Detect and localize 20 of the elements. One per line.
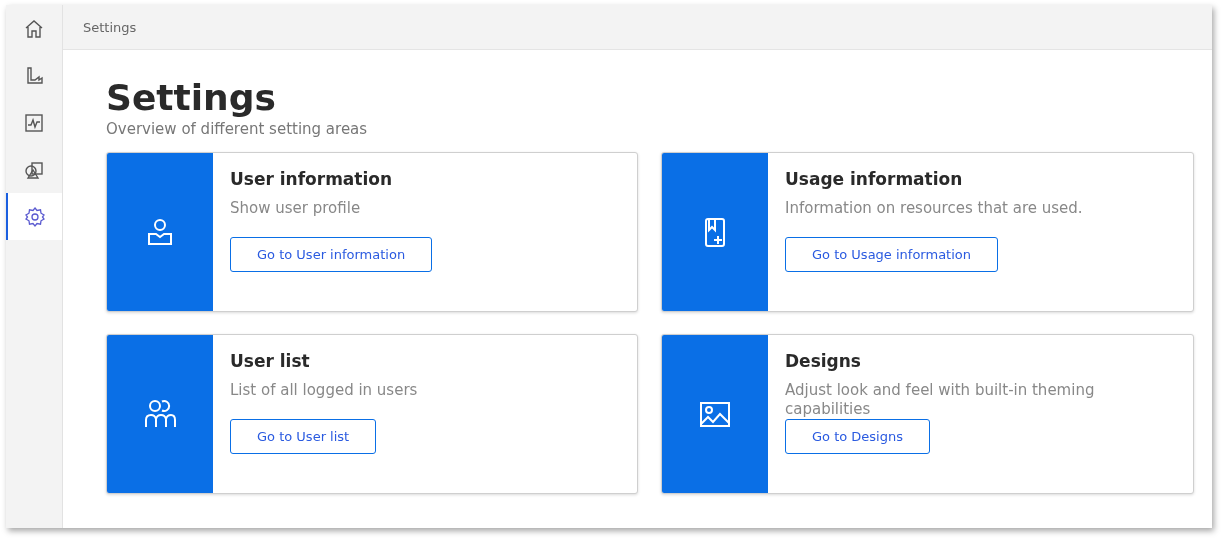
card-description: Show user profile — [230, 199, 361, 219]
settings-icon — [24, 205, 46, 228]
chart-icon — [23, 111, 45, 134]
card-title: Usage information — [785, 169, 963, 189]
sidebar-item[interactable] — [6, 193, 62, 240]
card-title: User list — [230, 351, 310, 371]
card-title: Designs — [785, 351, 861, 371]
card-description: Adjust look and feel with built-in theming capabilities — [785, 381, 1096, 419]
go-to-button[interactable]: Go to User list — [230, 419, 377, 454]
page-title: Settings — [106, 76, 277, 120]
go-to-button[interactable]: Go to User information — [230, 237, 433, 272]
card-title: User information — [230, 169, 393, 189]
card-description: Information on resources that are used. — [785, 199, 1083, 219]
breadcrumb[interactable]: Settings — [83, 19, 137, 35]
go-to-button[interactable]: Go to Usage information — [785, 237, 998, 272]
people-icon — [144, 398, 176, 430]
card-description: List of all logged in users — [230, 381, 418, 401]
home-icon — [23, 17, 45, 40]
page-subtitle: Overview of different setting areas — [106, 120, 369, 138]
go-to-button[interactable]: Go to Designs — [785, 419, 930, 454]
